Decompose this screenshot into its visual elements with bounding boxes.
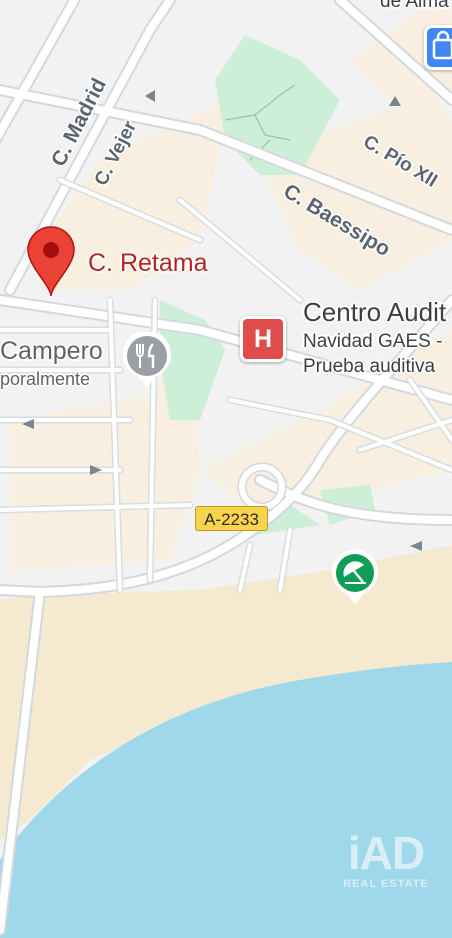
top-place-label: de Alma — [380, 0, 449, 12]
map-canvas[interactable]: C. Madrid C. Vejer C. Pío XII C. Baessip… — [0, 0, 452, 938]
poi-hospital-title[interactable]: Centro Audit — [303, 297, 446, 328]
poi-hospital-line2: Prueba auditiva — [303, 356, 436, 377]
selected-place-label[interactable]: C. Retama — [88, 249, 207, 278]
poi-restaurant-subtitle: poralmente — [0, 369, 91, 389]
poi-restaurant-title[interactable]: Campero — [0, 337, 103, 366]
shopping-bag-icon[interactable] — [424, 25, 452, 70]
location-pin-icon[interactable] — [26, 226, 76, 298]
map-view[interactable]: C. Madrid C. Vejer C. Pío XII C. Baessip… — [0, 0, 452, 938]
restaurant-icon[interactable] — [121, 332, 173, 390]
iad-watermark: iAD REAL ESTATE — [333, 828, 439, 890]
poi-hospital-line1: Navidad GAES - — [303, 331, 443, 352]
shopping-bag-glyph — [432, 30, 452, 60]
road-shield-a2233: A-2233 — [195, 506, 268, 531]
watermark-logo: iAD — [347, 827, 425, 879]
hospital-icon[interactable]: H — [240, 316, 286, 362]
beach-umbrella-icon[interactable] — [330, 549, 380, 607]
watermark-subtitle: REAL ESTATE — [343, 878, 429, 890]
